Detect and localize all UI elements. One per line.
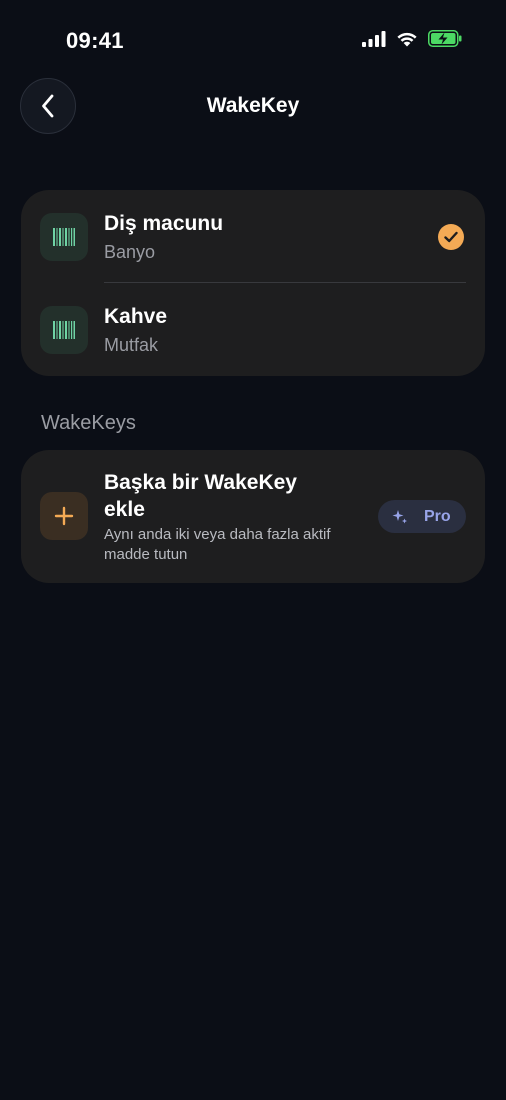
add-card-title: Başka bir WakeKey ekle [104, 471, 297, 521]
checkmark-icon [438, 224, 464, 250]
item-subtitle: Banyo [104, 242, 156, 262]
pro-badge[interactable]: Pro [378, 500, 466, 533]
add-card-description: Aynı anda iki veya daha fazla aktif madd… [104, 526, 331, 563]
section-label: WakeKeys [41, 412, 136, 434]
wakekey-list-card: Diş macunu Banyo Kahve Mutfak [21, 190, 485, 376]
page-title: WakeKey [206, 94, 300, 117]
sparkle-icon [392, 509, 407, 523]
pro-label: Pro [424, 507, 451, 525]
status-time: 09:41 [66, 28, 124, 53]
status-bar: 09:41 [0, 0, 506, 80]
screen: 09:41 WakeKey Diş macunu Banyo Kahve Mut… [0, 0, 506, 1100]
item-subtitle: Mutfak [104, 335, 159, 355]
wifi-icon [397, 32, 417, 47]
plus-icon [40, 492, 88, 540]
status-icons [362, 30, 462, 47]
list-item-dis-macunu[interactable]: Diş macunu Banyo [21, 190, 485, 283]
item-title: Kahve [104, 305, 168, 328]
list-item-kahve[interactable]: Kahve Mutfak [21, 283, 485, 376]
barcode-icon [40, 213, 88, 261]
add-wakekey-card[interactable]: Başka bir WakeKey ekle Aynı anda iki vey… [21, 450, 485, 583]
barcode-icon [40, 306, 88, 354]
cellular-signal-icon [362, 30, 386, 47]
item-title: Diş macunu [104, 212, 224, 235]
battery-charging-icon [428, 30, 462, 47]
